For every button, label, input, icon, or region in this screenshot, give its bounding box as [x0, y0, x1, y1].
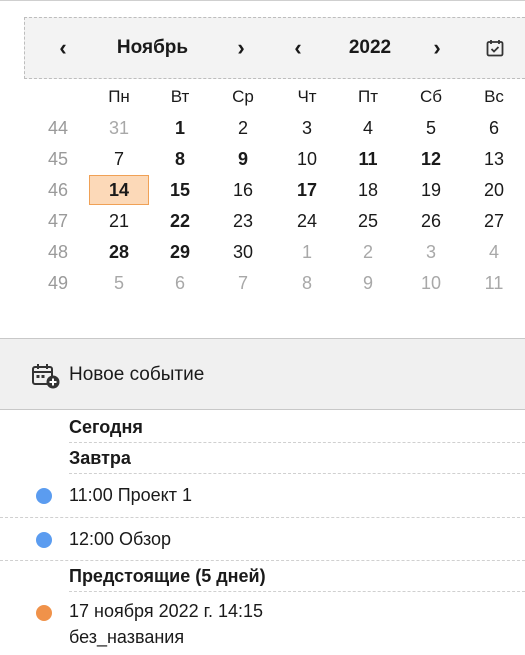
day-cell[interactable]: 2: [218, 113, 268, 143]
event-item[interactable]: 12:00 Обзор: [0, 518, 525, 561]
day-name-header: Вс: [484, 87, 504, 106]
next-year-button[interactable]: ›: [422, 18, 452, 78]
calendar-panel: ‹ Ноябрь › ‹ 2022 › Пн Вт Ср Чт Пт Сб Вс 44 31 1…: [0, 0, 525, 338]
day-cell[interactable]: 6: [155, 268, 205, 298]
week-number: 47: [47, 211, 69, 231]
day-cell[interactable]: 11: [343, 144, 393, 174]
event-item[interactable]: 11:00 Проект 1: [0, 474, 525, 518]
day-cell[interactable]: 11: [469, 268, 519, 298]
day-cell[interactable]: 16: [218, 175, 268, 205]
week-row: 49 5 6 7 8 9 10 11: [0, 268, 525, 298]
day-cell[interactable]: 6: [469, 113, 519, 143]
day-name-header: Чт: [297, 87, 317, 106]
day-cell[interactable]: 31: [94, 113, 144, 143]
day-cell[interactable]: 30: [218, 237, 268, 267]
day-name-header: Пн: [108, 87, 130, 106]
new-event-button[interactable]: Новое событие: [0, 338, 525, 410]
section-upcoming: Предстоящие (5 дней): [69, 561, 525, 592]
day-cell[interactable]: 7: [94, 144, 144, 174]
day-cell[interactable]: 10: [282, 144, 332, 174]
week-row: 47 21 22 23 24 25 26 27: [0, 206, 525, 236]
day-cell[interactable]: 17: [282, 175, 332, 205]
event-title: без_названия: [69, 627, 185, 647]
day-cell[interactable]: 28: [94, 237, 144, 267]
day-cell[interactable]: 27: [469, 206, 519, 236]
calendar-header: ‹ Ноябрь › ‹ 2022 ›: [24, 17, 525, 79]
next-month-button[interactable]: ›: [226, 18, 256, 78]
day-cell[interactable]: 2: [343, 237, 393, 267]
year-label[interactable]: 2022: [330, 18, 410, 78]
prev-month-button[interactable]: ‹: [48, 18, 78, 78]
day-cell[interactable]: 9: [218, 144, 268, 174]
day-cell[interactable]: 8: [155, 144, 205, 174]
week-number: 46: [47, 180, 69, 200]
day-cell[interactable]: 5: [406, 113, 456, 143]
day-cell[interactable]: 18: [343, 175, 393, 205]
day-cell[interactable]: 24: [282, 206, 332, 236]
day-cell[interactable]: 26: [406, 206, 456, 236]
week-number: 48: [47, 242, 69, 262]
prev-year-button[interactable]: ‹: [283, 18, 313, 78]
day-cell[interactable]: 10: [406, 268, 456, 298]
week-row: 44 31 1 2 3 4 5 6: [0, 113, 525, 143]
day-name-header: Ср: [232, 87, 254, 106]
day-cell-today[interactable]: 14: [89, 175, 149, 205]
calendar-today-icon[interactable]: [486, 39, 504, 57]
day-cell[interactable]: 22: [155, 206, 205, 236]
day-name-header: Вт: [170, 87, 190, 106]
day-cell[interactable]: 9: [343, 268, 393, 298]
event-text: 12:00 Обзор: [69, 529, 172, 549]
day-cell[interactable]: 25: [343, 206, 393, 236]
event-text: 11:00 Проект 1: [69, 485, 193, 505]
event-color-dot: [36, 488, 52, 504]
day-cell[interactable]: 20: [469, 175, 519, 205]
day-cell[interactable]: 13: [469, 144, 519, 174]
week-number: 44: [47, 118, 69, 138]
day-cell[interactable]: 23: [218, 206, 268, 236]
event-date-time: 17 ноября 2022 г. 14:15: [69, 601, 264, 621]
day-name-header: Пт: [357, 87, 378, 106]
new-event-label: Новое событие: [69, 364, 205, 385]
event-color-dot: [36, 532, 52, 548]
section-tomorrow: Завтра: [69, 443, 525, 474]
week-row: 46 14 15 16 17 18 19 20: [0, 175, 525, 205]
day-cell[interactable]: 1: [282, 237, 332, 267]
section-today: Сегодня: [69, 412, 525, 443]
day-cell[interactable]: 1: [155, 113, 205, 143]
new-event-icon: [32, 364, 60, 389]
event-color-dot: [36, 605, 52, 621]
day-cell[interactable]: 29: [155, 237, 205, 267]
day-cell[interactable]: 12: [406, 144, 456, 174]
month-label[interactable]: Ноябрь: [95, 18, 210, 78]
day-cell[interactable]: 4: [469, 237, 519, 267]
week-row: 48 28 29 30 1 2 3 4: [0, 237, 525, 267]
day-cell[interactable]: 5: [94, 268, 144, 298]
event-item[interactable]: 17 ноября 2022 г. 14:15 без_названия: [0, 592, 525, 655]
week-number: 45: [47, 149, 69, 169]
day-cell[interactable]: 3: [282, 113, 332, 143]
day-cell[interactable]: 4: [343, 113, 393, 143]
day-cell[interactable]: 19: [406, 175, 456, 205]
week-row: 45 7 8 9 10 11 12 13: [0, 144, 525, 174]
day-name-header: Сб: [419, 87, 442, 106]
day-cell[interactable]: 3: [406, 237, 456, 267]
day-cell[interactable]: 15: [155, 175, 205, 205]
week-number: 49: [47, 273, 69, 293]
day-cell[interactable]: 21: [94, 206, 144, 236]
day-cell[interactable]: 7: [218, 268, 268, 298]
day-names-row: Пн Вт Ср Чт Пт Сб Вс: [0, 82, 525, 112]
day-cell[interactable]: 8: [282, 268, 332, 298]
